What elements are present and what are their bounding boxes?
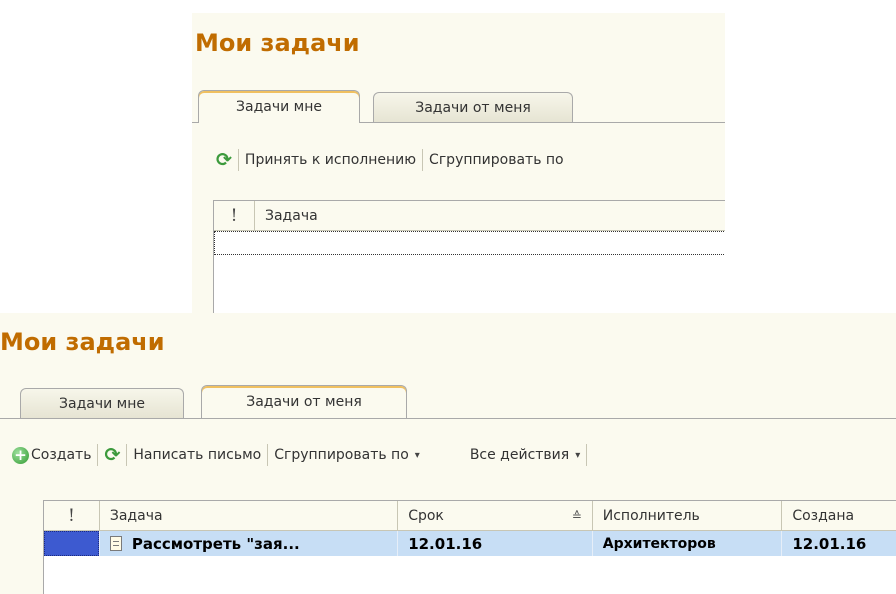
- due-column-header[interactable]: Срок ≙: [398, 501, 593, 530]
- grid-header: ! Задача Срок ≙ Исполнитель Создана: [44, 501, 896, 531]
- grid-header: ! Задача: [214, 201, 725, 231]
- refresh-button[interactable]: ⟳: [98, 443, 126, 467]
- table-row-empty[interactable]: [214, 231, 725, 255]
- executor-column-header[interactable]: Исполнитель: [593, 501, 783, 530]
- write-letter-button[interactable]: Написать письмо: [127, 443, 267, 467]
- group-by-button[interactable]: Сгруппировать по: [423, 148, 570, 172]
- task-cell[interactable]: Рассмотреть "зая...: [100, 531, 399, 556]
- tasks-grid: ! Задача: [213, 200, 725, 313]
- due-cell[interactable]: 12.01.16: [398, 531, 593, 556]
- created-cell[interactable]: 12.01.16: [782, 531, 896, 556]
- executor-cell[interactable]: Архитекторов: [593, 531, 783, 556]
- plus-circle-icon: +: [12, 446, 29, 464]
- create-button-label: Создать: [31, 447, 92, 463]
- current-row-marker: [44, 531, 99, 556]
- refresh-icon: ⟳: [216, 148, 232, 171]
- tasks-grid: ! Задача Срок ≙ Исполнитель Создана Расс…: [43, 500, 896, 594]
- top-form-panel: Мои задачи Задачи мне Задачи от меня ⟳ П…: [192, 13, 725, 313]
- due-column-label: Срок: [408, 507, 444, 524]
- create-button[interactable]: + Создать: [12, 443, 97, 467]
- toolbar-separator: [586, 444, 588, 466]
- group-by-label: Сгруппировать по: [274, 447, 409, 463]
- importance-column-header[interactable]: !: [44, 501, 100, 530]
- document-icon: [109, 536, 122, 551]
- group-by-dropdown[interactable]: Сгруппировать по ▾: [268, 443, 426, 467]
- tab-tasks-to-me[interactable]: Задачи мне: [20, 388, 184, 418]
- tab-tasks-from-me[interactable]: Задачи от меня: [201, 385, 407, 418]
- all-actions-dropdown[interactable]: Все действия ▾: [464, 443, 586, 467]
- page-title: Мои задачи: [0, 328, 165, 356]
- row-marker: [44, 531, 100, 556]
- importance-column-header[interactable]: !: [214, 201, 255, 230]
- tab-strip-line: [0, 418, 896, 419]
- chevron-down-icon: ▾: [575, 449, 581, 461]
- task-column-header[interactable]: Задача: [100, 501, 399, 530]
- tab-tasks-from-me[interactable]: Задачи от меня: [373, 92, 573, 122]
- bottom-form-panel: Мои задачи Задачи мне Задачи от меня + С…: [0, 313, 896, 594]
- task-column-header[interactable]: Задача: [255, 201, 725, 230]
- toolbar: ⟳ Принять к исполнению Сгруппировать по: [210, 148, 570, 172]
- task-cell-text: Рассмотреть "зая...: [131, 534, 300, 553]
- toolbar: + Создать ⟳ Написать письмо Сгруппироват…: [12, 443, 588, 467]
- created-column-header[interactable]: Создана: [782, 501, 896, 530]
- all-actions-label: Все действия: [469, 447, 570, 463]
- refresh-button[interactable]: ⟳: [210, 148, 238, 172]
- page-title: Мои задачи: [195, 29, 360, 57]
- chevron-down-icon: ▾: [414, 449, 420, 461]
- accept-for-execution-button[interactable]: Принять к исполнению: [239, 148, 422, 172]
- refresh-icon: ⟳: [104, 443, 121, 466]
- sort-ascending-icon: ≙: [571, 508, 582, 523]
- table-row[interactable]: Рассмотреть "зая... 12.01.16 Архитекторо…: [44, 531, 896, 556]
- tab-tasks-to-me[interactable]: Задачи мне: [198, 90, 360, 123]
